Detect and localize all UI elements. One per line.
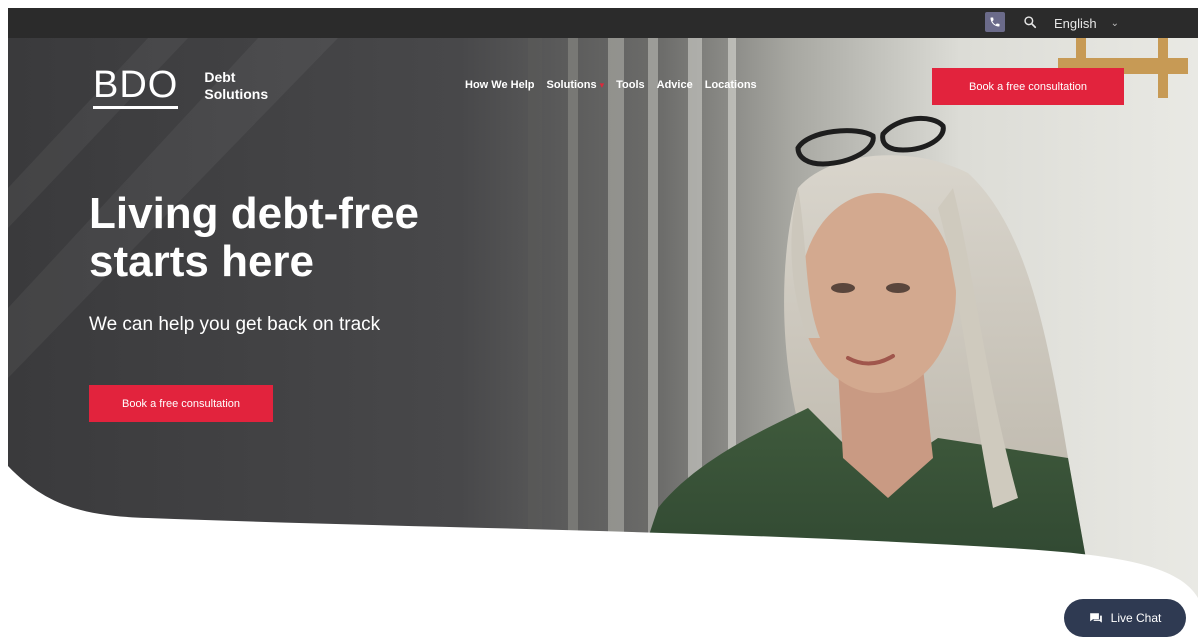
live-chat-button[interactable]: Live Chat — [1064, 599, 1186, 637]
nav-item-solutions[interactable]: Solutions ▾ — [546, 79, 604, 91]
headline-line2: starts here — [89, 237, 315, 286]
logo-subtitle-line1: Debt — [204, 68, 236, 85]
chevron-down-icon: ⌄ — [1110, 17, 1120, 29]
nav-item-advice[interactable]: Advice — [657, 79, 693, 91]
hero-headline: Living debt-free starts here — [89, 190, 519, 286]
nav-item-tools[interactable]: Tools — [616, 79, 645, 91]
main-nav: How We Help Solutions ▾ Tools Advice Loc… — [465, 79, 757, 91]
logo-wordmark: BDO — [93, 66, 179, 109]
nav-item-locations[interactable]: Locations — [705, 79, 757, 91]
headline-line1: Living debt-free — [89, 189, 420, 238]
nav-item-how-we-help[interactable]: How We Help — [465, 79, 534, 91]
hero-subheadline: We can help you get back on track — [89, 314, 381, 335]
logo-subtitle-line2: Solutions — [204, 85, 269, 102]
utility-bar: English ⌄ — [8, 8, 1198, 38]
chat-icon — [1089, 612, 1102, 623]
phone-icon[interactable] — [985, 12, 1005, 32]
nav-item-label: Solutions — [546, 79, 597, 91]
live-chat-label: Live Chat — [1110, 611, 1162, 625]
search-icon[interactable] — [1020, 12, 1040, 32]
logo-subtitle: Debt Solutions — [204, 69, 268, 103]
hero-background-image — [8, 38, 1198, 634]
language-label: English — [1054, 15, 1097, 31]
hero-section: BDO Debt Solutions How We Help Solutions… — [8, 38, 1198, 634]
language-selector[interactable]: English ⌄ — [1054, 14, 1119, 32]
bdo-logo[interactable]: BDO Debt Solutions — [93, 66, 268, 109]
chevron-down-icon: ▾ — [599, 79, 605, 90]
header-consultation-button[interactable]: Book a free consultation — [932, 68, 1124, 105]
hero-consultation-button[interactable]: Book a free consultation — [89, 385, 273, 422]
